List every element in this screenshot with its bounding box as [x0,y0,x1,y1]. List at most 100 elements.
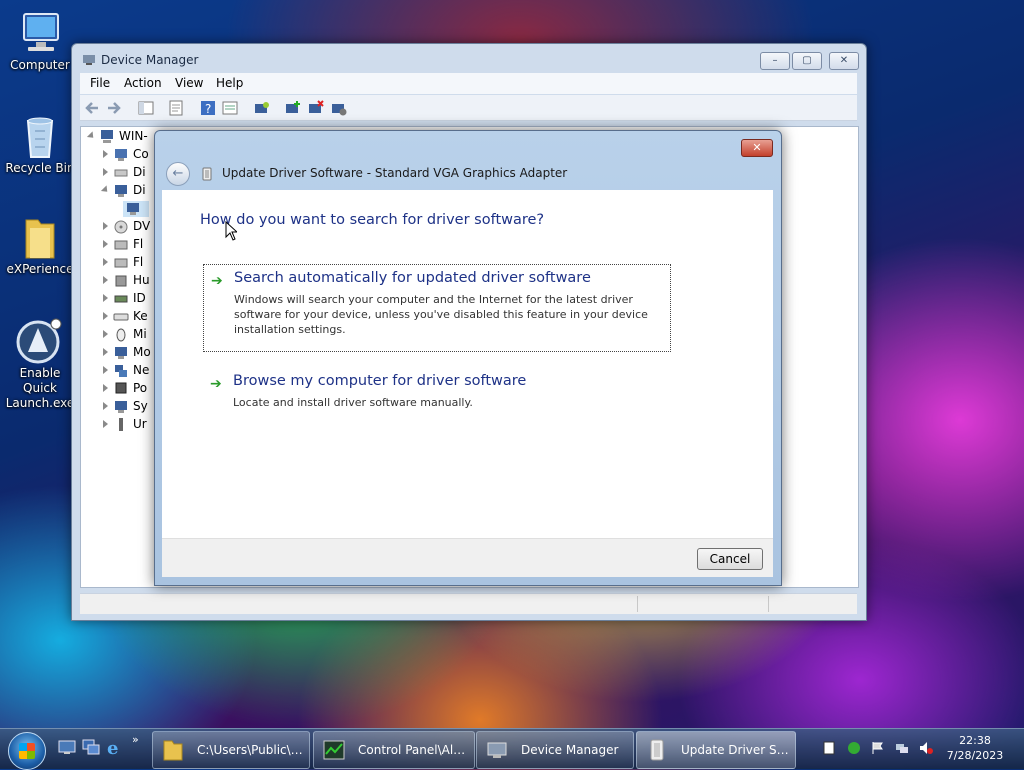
properties-icon[interactable] [168,100,184,116]
device-icon [113,147,129,162]
task-control-panel[interactable]: Control Panel\All ... [313,731,475,769]
disable-device-icon[interactable] [331,100,347,116]
system-devices-icon [113,399,129,414]
svg-text:?: ? [205,102,211,116]
task-update-driver[interactable]: Update Driver Sof... [636,731,796,769]
clock-date: 7/28/2023 [946,749,1004,762]
menu-bar: File Action View Help [80,73,857,94]
expand-arrow-icon[interactable] [103,294,108,302]
display-adapter-icon [113,183,129,198]
computer-icon [99,129,115,144]
computer-icon [16,10,64,56]
desktop-icon-label: Enable Quick Launch.exe [5,366,75,410]
green-arrow-icon: ➔ [211,273,223,289]
hid-icon [113,273,129,288]
switch-windows-icon[interactable] [82,738,100,756]
driver-icon [202,167,212,181]
expand-arrow-icon[interactable] [103,420,108,428]
green-arrow-icon: ➔ [210,376,222,392]
cancel-button[interactable]: Cancel [697,548,763,570]
security-tray-icon[interactable] [847,741,861,755]
task-label: Device Manager [521,743,619,757]
recycle-bin-icon [16,113,64,159]
expand-arrow-icon[interactable] [103,348,108,356]
desktop-icon-enable-quick-launch[interactable]: Enable Quick Launch.exe [2,318,78,411]
desktop-icon-experience[interactable]: eXPerience [2,214,78,277]
search-automatically-option[interactable]: ➔ Search automatically for updated drive… [203,264,671,352]
menu-file[interactable]: File [90,76,110,90]
task-device-manager[interactable]: Device Manager [476,731,634,769]
task-label: Control Panel\All ... [358,743,466,757]
update-driver-icon[interactable] [285,100,301,116]
option-title: Browse my computer for driver software [233,373,527,389]
expand-arrow-icon[interactable] [103,276,108,284]
desktop-icon-label: eXPerience [6,262,74,276]
task-explorer[interactable]: C:\Users\Public\D... [152,731,310,769]
dialog-content: How do you want to search for driver sof… [162,190,773,538]
expand-arrow-icon[interactable] [103,222,108,230]
desktop-icon-label: Computer [10,58,70,72]
update-driver-dialog[interactable]: ✕ ← Update Driver Software - Standard VG… [154,130,782,586]
app-icon [16,318,64,364]
system-clock[interactable]: 22:38 7/28/2023 [930,733,1020,763]
start-button[interactable] [8,732,46,770]
collapse-arrow-icon[interactable] [100,185,111,195]
tree-child-selected[interactable] [123,201,149,217]
clipboard-tray-icon[interactable] [822,741,836,755]
floppy-icon [113,255,129,270]
menu-help[interactable]: Help [216,76,243,90]
mouse-icon [113,327,129,342]
quick-launch-overflow-icon[interactable]: » [132,733,150,751]
collapse-arrow-icon[interactable] [86,131,97,141]
console-tree-icon[interactable] [138,100,154,116]
network-tray-icon[interactable] [895,741,909,755]
dialog-close-button[interactable]: ✕ [741,139,773,157]
expand-arrow-icon[interactable] [103,330,108,338]
expand-arrow-icon[interactable] [103,312,108,320]
forward-arrow-icon[interactable] [106,100,122,116]
action-center-flag-icon[interactable] [871,741,885,755]
uninstall-icon[interactable] [308,100,324,116]
internet-explorer-icon[interactable]: e [106,738,124,759]
menu-view[interactable]: View [175,76,203,90]
display-adapter-icon [125,201,141,216]
svg-text:e: e [107,738,118,756]
desktop-icon-computer[interactable]: Computer [2,10,78,73]
expand-arrow-icon[interactable] [103,150,108,158]
show-desktop-icon[interactable] [58,738,76,756]
menu-action[interactable]: Action [124,76,162,90]
folder-icon [16,214,64,260]
usb-icon [113,417,129,432]
network-adapter-icon [113,363,129,378]
dvd-drive-icon [113,219,129,234]
back-button[interactable]: ← [166,162,190,186]
help-icon[interactable]: ? [200,100,216,116]
toolbar: ? [80,95,857,121]
expand-arrow-icon[interactable] [103,384,108,392]
folder-icon [161,738,185,762]
expand-arrow-icon[interactable] [103,168,108,176]
expand-arrow-icon[interactable] [103,402,108,410]
browse-computer-option[interactable]: ➔ Browse my computer for driver software… [203,368,669,418]
minimize-button[interactable]: – [760,52,790,70]
desktop-icon-recycle-bin[interactable]: Recycle Bin [2,113,78,176]
driver-icon [645,738,669,762]
scan-hardware-icon[interactable] [254,100,270,116]
task-label: C:\Users\Public\D... [197,743,303,757]
maximize-button[interactable]: ▢ [792,52,822,70]
control-panel-icon [322,738,346,762]
back-arrow-icon[interactable] [84,100,100,116]
device-manager-icon [485,738,509,762]
expand-arrow-icon[interactable] [103,258,108,266]
dialog-title: Update Driver Software - Standard VGA Gr… [222,166,568,180]
view-icon[interactable] [222,100,238,116]
expand-arrow-icon[interactable] [103,366,108,374]
expand-arrow-icon[interactable] [103,240,108,248]
dialog-footer: Cancel [162,538,773,577]
disk-drive-icon [113,165,129,180]
close-button[interactable]: ✕ [829,52,859,70]
clock-time: 22:38 [959,734,991,747]
ide-controller-icon [113,291,129,306]
status-divider [637,596,638,612]
option-description: Windows will search your computer and th… [234,293,648,336]
